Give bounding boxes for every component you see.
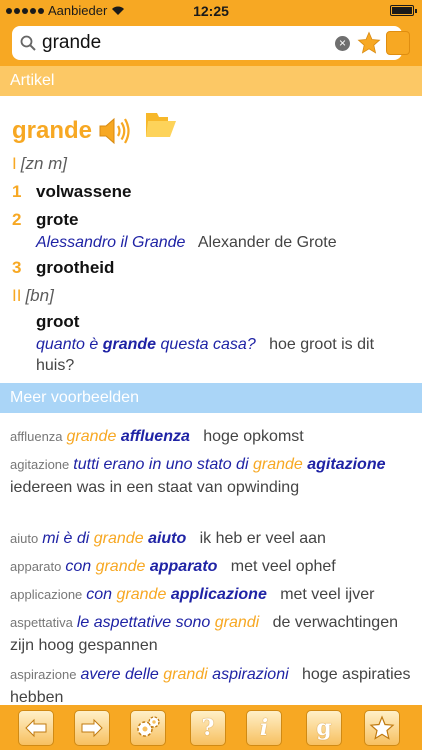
info-icon: i <box>259 715 269 741</box>
example-phrase: grande <box>116 586 167 603</box>
example-item[interactable]: affluenza grande affluenza hoge opkomst <box>10 425 415 448</box>
example-phrase: avere delle <box>80 666 159 683</box>
back-button[interactable] <box>18 710 54 746</box>
example-phrase: apparato <box>149 558 218 575</box>
examples-list[interactable]: affluenza grande affluenza hoge opkomst ag… <box>0 413 422 705</box>
example-keyword: apparato <box>10 559 62 574</box>
info-button[interactable]: i <box>246 710 282 746</box>
example-item[interactable]: aiuto mi è di grande aiuto ik heb er veel… <box>10 527 415 550</box>
example-item[interactable]: aspettativa le aspettative sono grandi de… <box>10 611 415 657</box>
search-box: × <box>12 26 410 60</box>
sense-number: 2 <box>12 210 22 229</box>
example-phrase: grande <box>95 558 146 575</box>
example-item[interactable]: apparato con grande apparato met veel oph… <box>10 555 415 578</box>
example-translation: ik heb er veel aan <box>199 530 326 547</box>
help-button[interactable]: ? <box>190 710 226 746</box>
example-phrase: con <box>86 586 113 603</box>
part-of-speech-2: II [bn] <box>12 286 54 305</box>
battery-icon <box>390 5 417 16</box>
example-phrase: affluenza <box>120 428 190 445</box>
example-keyword: agitazione <box>10 457 70 472</box>
headword: grande <box>12 117 93 144</box>
example-phrase: mi è di <box>42 530 90 547</box>
gears-icon <box>137 716 160 737</box>
google-button[interactable]: g <box>306 710 342 746</box>
arrow-right-icon <box>81 718 103 738</box>
example-phrase: aspirazioni <box>212 666 289 683</box>
bottom-toolbar: ? i g <box>0 705 422 750</box>
favorite-star-icon[interactable] <box>357 31 381 55</box>
search-bar: × <box>0 22 422 66</box>
example-phrase: grandi <box>214 614 260 631</box>
example-keyword: aspirazione <box>10 667 77 682</box>
example-keyword: aspettativa <box>10 615 73 630</box>
sense-number: 3 <box>12 258 22 277</box>
star-icon <box>369 715 395 740</box>
arrow-left-icon <box>25 718 47 738</box>
example-phrase: grandi <box>163 666 208 683</box>
example-phrase: grande <box>252 456 303 473</box>
example-phrase: agitazione <box>307 456 386 473</box>
sense-number: 1 <box>12 182 22 201</box>
clear-icon[interactable]: × <box>335 36 350 51</box>
settings-button[interactable] <box>130 710 166 746</box>
example-item[interactable]: applicazione con grande applicazione met … <box>10 583 415 606</box>
article[interactable]: grande I [zn m] 1 volwassene 2 grote Ales… <box>0 96 422 383</box>
section-header-article: Artikel <box>0 66 422 96</box>
sense-text: grootheid <box>36 258 115 277</box>
help-icon: ? <box>201 715 215 741</box>
search-icon <box>20 35 36 51</box>
google-icon: g <box>316 715 332 741</box>
section-header-more-examples: Meer voorbeelden <box>0 383 422 413</box>
example-item[interactable]: agitazione tutti erano in uno stato di gr… <box>10 453 415 499</box>
example-translation: iedereen was in een staat van opwinding <box>10 479 300 496</box>
favorites-button[interactable] <box>364 710 400 746</box>
example: quanto è grande questa casa? hoe groot i… <box>36 336 375 374</box>
example-item[interactable]: aspirazione avere delle grandi aspirazion… <box>10 663 415 705</box>
list-icon[interactable] <box>386 31 410 55</box>
folder-icon[interactable] <box>144 110 178 140</box>
forward-button[interactable] <box>74 710 110 746</box>
part-of-speech-1: I [zn m] <box>12 154 68 173</box>
example-translation: met veel ijver <box>280 586 375 603</box>
example-translation: met veel ophef <box>230 558 336 575</box>
example-translation: hoge opkomst <box>203 428 304 445</box>
sense-text: volwassene <box>36 182 132 201</box>
example-phrase: le aspettative sono <box>76 614 211 631</box>
search-input[interactable] <box>42 30 327 56</box>
status-bar: Aanbieder 12:25 <box>0 0 422 22</box>
clock: 12:25 <box>193 3 229 19</box>
example-phrase: grande <box>66 428 117 445</box>
example-keyword: aiuto <box>10 531 39 546</box>
example-phrase: tutti erano in uno stato di <box>73 456 249 473</box>
example-phrase: aiuto <box>148 530 187 547</box>
example-keyword: applicazione <box>10 587 83 602</box>
example-keyword: affluenza <box>10 429 63 444</box>
example: Alessandro il Grande Alexander de Grote <box>36 234 337 251</box>
example-phrase: grande <box>93 530 144 547</box>
example-phrase: applicazione <box>170 586 267 603</box>
sense-text: groot <box>36 312 80 331</box>
example-phrase: con <box>65 558 92 575</box>
headword-row: grande <box>12 116 132 146</box>
sense-text: grote <box>36 210 79 229</box>
speaker-icon[interactable] <box>98 116 132 146</box>
